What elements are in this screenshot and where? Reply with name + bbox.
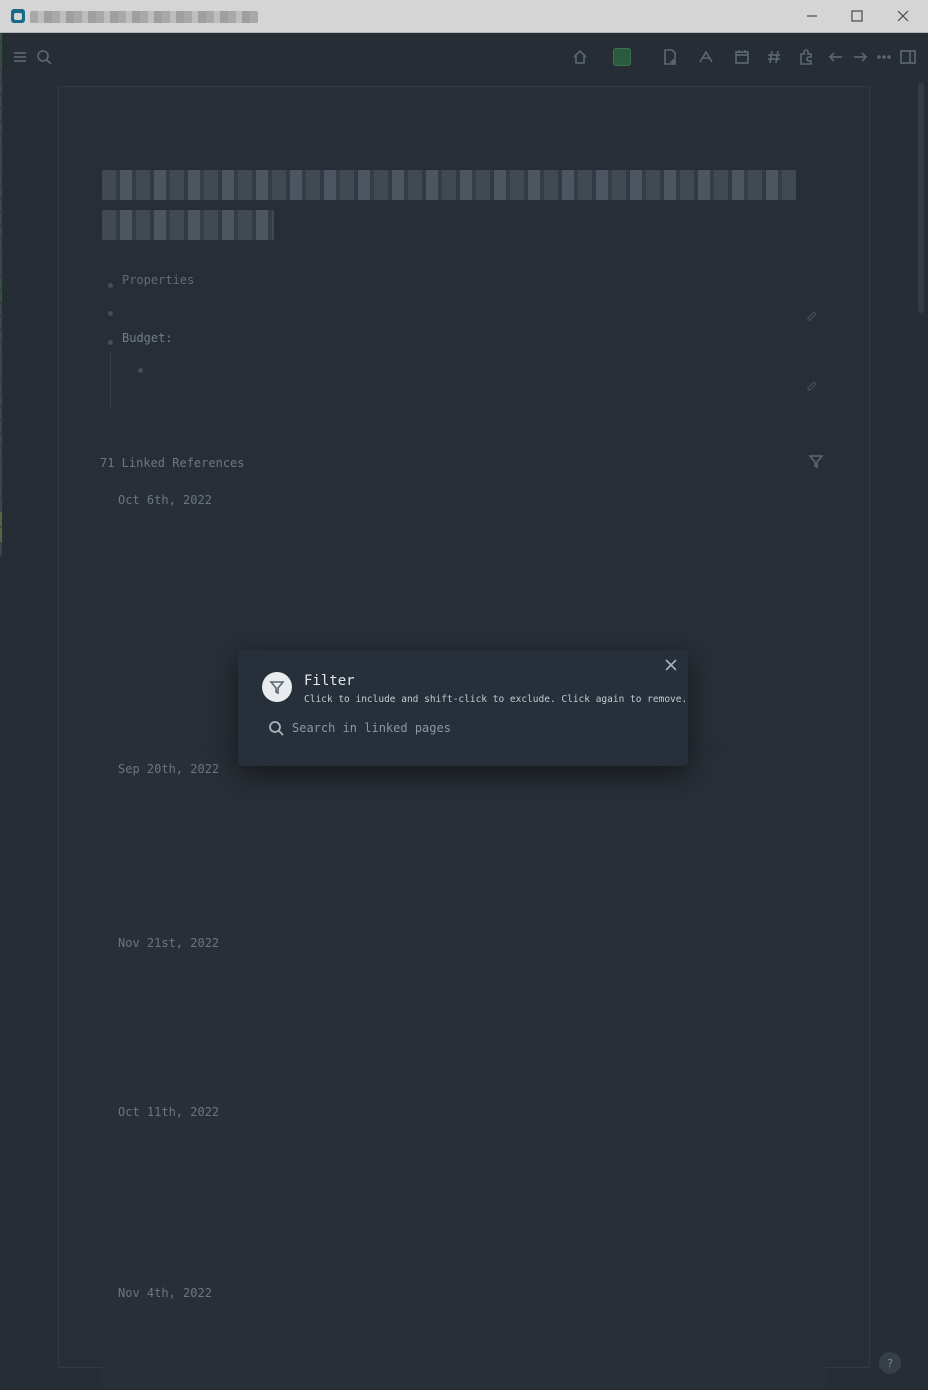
linked-pages-search-input[interactable] <box>292 718 662 738</box>
filter-icon <box>262 672 292 702</box>
close-icon[interactable] <box>662 656 680 674</box>
filter-search-row <box>268 718 668 740</box>
filter-hint: Click to include and shift-click to excl… <box>304 694 688 705</box>
search-icon <box>269 721 284 736</box>
filter-popup: Filter Click to include and shift-click … <box>238 650 688 766</box>
help-button[interactable]: ? <box>879 1352 901 1374</box>
filter-title: Filter <box>304 673 355 689</box>
